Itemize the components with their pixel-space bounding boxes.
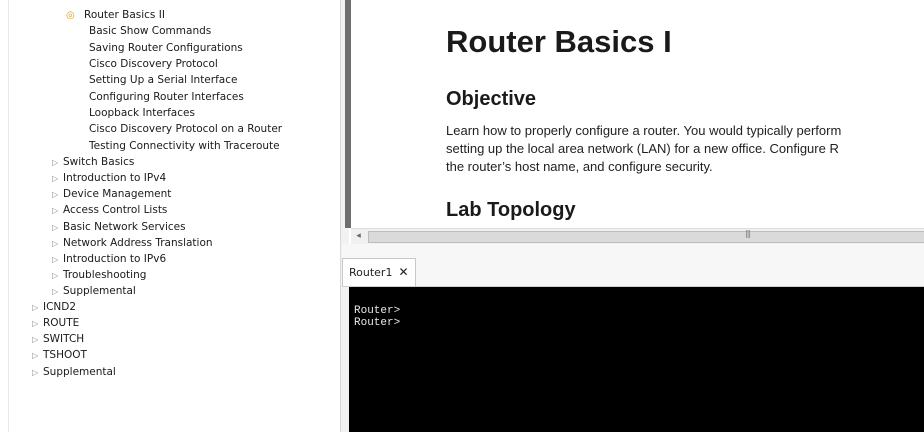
page-title: Router Basics I (446, 24, 672, 59)
tree-item-introduction-ipv6[interactable]: ▷ Introduction to IPv6 (52, 251, 166, 267)
expand-arrow-icon[interactable]: ▷ (52, 155, 60, 171)
tree-item-tshoot[interactable]: ▷ TSHOOT (32, 347, 87, 363)
tree-item-label: Introduction to IPv4 (63, 172, 167, 184)
tree-item-label: Cisco Discovery Protocol (89, 58, 218, 70)
objective-line: setting up the local area network (LAN) … (446, 141, 839, 156)
expand-arrow-icon[interactable]: ▷ (52, 252, 60, 268)
tree-item-saving-router-configurations[interactable]: Saving Router Configurations (89, 40, 243, 56)
expand-arrow-icon[interactable]: ▷ (52, 236, 60, 252)
tree-item-cisco-discovery-protocol[interactable]: Cisco Discovery Protocol (89, 56, 218, 72)
tree-item-icnd2[interactable]: ▷ ICND2 (32, 299, 76, 315)
tree-item-loopback-interfaces[interactable]: Loopback Interfaces (89, 105, 195, 121)
tree-guide-line (8, 0, 9, 432)
tree-item-introduction-ipv4[interactable]: ▷ Introduction to IPv4 (52, 170, 166, 186)
objective-line: the router’s host name, and configure se… (446, 159, 713, 174)
expand-arrow-icon[interactable]: ▷ (32, 300, 40, 316)
tree-item-label: Saving Router Configurations (89, 42, 243, 54)
tree-item-testing-connectivity-traceroute[interactable]: Testing Connectivity with Traceroute (89, 138, 280, 154)
tree-item-label: Switch Basics (63, 156, 135, 168)
tree-item-network-address-translation[interactable]: ▷ Network Address Translation (52, 235, 213, 251)
tree-item-label: ICND2 (43, 301, 77, 313)
close-icon[interactable]: ✕ (398, 265, 408, 279)
tree-item-device-management[interactable]: ▷ Device Management (52, 186, 171, 202)
expand-arrow-icon[interactable]: ▷ (52, 171, 60, 187)
tree-item-label: TSHOOT (43, 349, 87, 361)
lab-document: Router Basics I Objective Learn how to p… (351, 0, 924, 228)
objective-heading: Objective (446, 88, 537, 110)
tree-item-troubleshooting[interactable]: ▷ Troubleshooting (52, 267, 146, 283)
tree-item-route[interactable]: ▷ ROUTE (32, 315, 79, 331)
tree-item-label: ROUTE (43, 317, 80, 329)
scroll-left-arrow-icon[interactable]: ◂ (351, 229, 366, 244)
tree-item-label: Cisco Discovery Protocol on a Router (89, 123, 283, 135)
expand-arrow-icon[interactable]: ▷ (32, 316, 40, 332)
tree-item-cdp-on-router[interactable]: Cisco Discovery Protocol on a Router (89, 121, 282, 137)
tree-item-label: Router Basics II (84, 9, 165, 21)
scrollbar-thumb[interactable]: ||| (368, 229, 924, 243)
tree-item-supplemental-icnd1[interactable]: ▷ Supplemental (52, 283, 136, 299)
tree-item-label: Device Management (63, 188, 172, 200)
tree-item-supplemental[interactable]: ▷ Supplemental (32, 364, 116, 380)
expand-arrow-icon[interactable]: ▷ (52, 268, 60, 284)
horizontal-scrollbar[interactable]: ◂ ||| (351, 228, 924, 244)
objective-line: Learn how to properly configure a router… (446, 123, 842, 138)
expand-arrow-icon[interactable]: ▷ (52, 203, 60, 219)
tree-item-label: Configuring Router Interfaces (89, 91, 244, 103)
tree-item-label: Supplemental (63, 285, 136, 297)
tree-item-switch[interactable]: ▷ SWITCH (32, 331, 84, 347)
tree-item-label: Basic Show Commands (89, 25, 212, 37)
tree-item-access-control-lists[interactable]: ▷ Access Control Lists (52, 202, 167, 218)
expand-arrow-icon[interactable]: ▷ (32, 365, 40, 381)
terminal-output: Router> Router> (354, 305, 401, 329)
tree-item-label: Setting Up a Serial Interface (89, 74, 238, 86)
tree-item-basic-network-services[interactable]: ▷ Basic Network Services (52, 219, 186, 235)
router-terminal[interactable]: Router> Router> (349, 287, 924, 432)
expand-arrow-icon[interactable]: ▷ (32, 348, 40, 364)
tree-item-router-basics-ii[interactable]: ◎ Router Basics II (66, 7, 165, 23)
tab-label: Router1 (349, 266, 393, 279)
tree-item-label: Introduction to IPv6 (63, 253, 167, 265)
objective-text: Learn how to properly configure a router… (446, 122, 924, 176)
tree-item-label: Network Address Translation (63, 237, 213, 249)
lab-topology-heading: Lab Topology (446, 199, 576, 221)
tree-item-label: Loopback Interfaces (89, 107, 195, 119)
lab-tree: ◎ Router Basics II Basic Show Commands Sa… (0, 0, 340, 432)
expand-arrow-icon[interactable]: ▷ (52, 284, 60, 300)
scrollbar-grip-icon: ||| (745, 229, 751, 238)
tree-item-label: Troubleshooting (63, 269, 147, 281)
expand-arrow-icon[interactable]: ▷ (52, 187, 60, 203)
tree-item-basic-show-commands[interactable]: Basic Show Commands (89, 23, 211, 39)
tree-item-label: Basic Network Services (63, 221, 186, 233)
tree-item-label: SWITCH (43, 333, 85, 345)
expand-arrow-icon[interactable]: ▷ (32, 332, 40, 348)
tree-item-setting-up-serial-interface[interactable]: Setting Up a Serial Interface (89, 72, 237, 88)
tab-router1[interactable]: Router1 ✕ (342, 258, 416, 286)
tree-item-configuring-router-interfaces[interactable]: Configuring Router Interfaces (89, 89, 244, 105)
tree-item-label: Supplemental (43, 366, 116, 378)
expand-arrow-icon[interactable]: ▷ (52, 220, 60, 236)
terminal-tab-strip: Router1 ✕ (342, 244, 924, 287)
tree-item-label: Testing Connectivity with Traceroute (89, 140, 280, 152)
current-lesson-icon: ◎ (66, 10, 75, 21)
tree-item-switch-basics[interactable]: ▷ Switch Basics (52, 154, 134, 170)
tree-item-label: Access Control Lists (63, 204, 168, 216)
